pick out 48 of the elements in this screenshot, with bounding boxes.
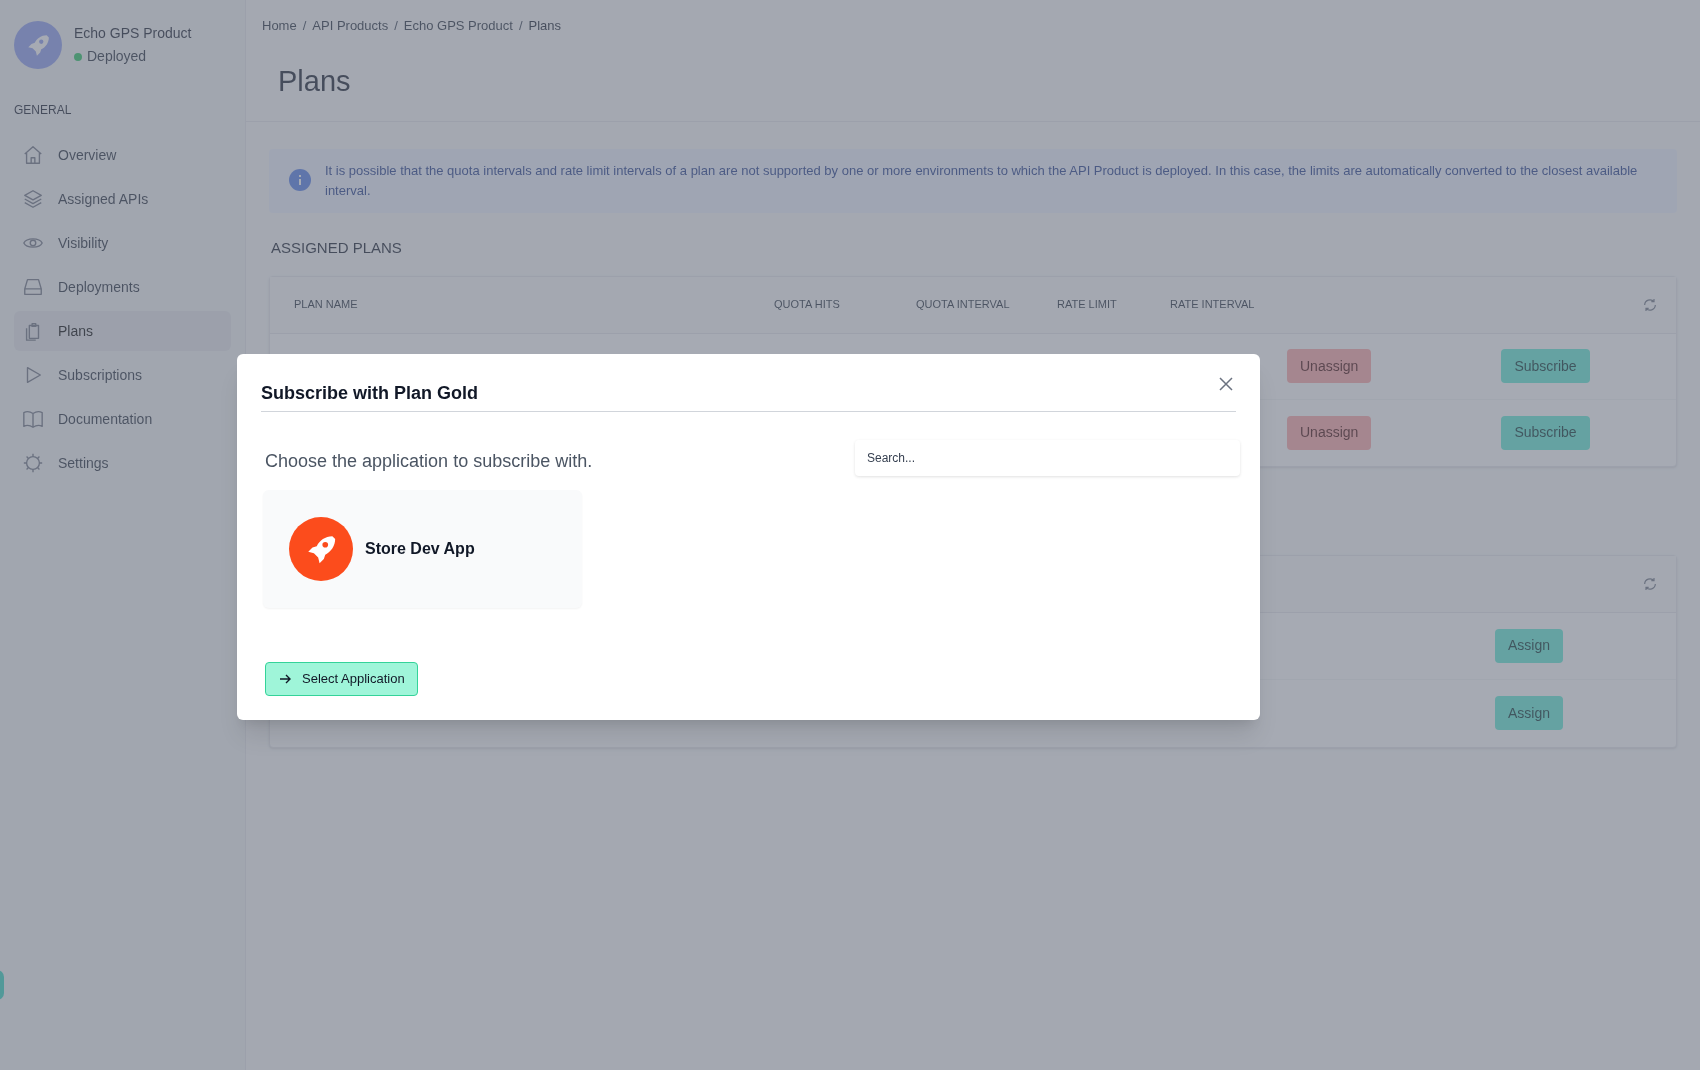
column-header: RATE LIMIT [1057, 297, 1118, 312]
section-heading: GENERAL [14, 102, 73, 119]
breadcrumb-separator: / [302, 17, 307, 35]
breadcrumb-link[interactable]: Home [262, 16, 297, 36]
prompt-text: Choose the application to subscribe with. [265, 450, 593, 473]
info-message: It is possible that the quota intervals and rate limit intervals of a plan are not supported by one or more environments to which the API Product is deployed. In this case, the limits are automatically converted to the closest available interval. [325, 162, 1639, 200]
application-card[interactable]: Store Dev App [263, 490, 582, 608]
sidebar-item[interactable]: Visibility [14, 223, 231, 263]
sidebar-item[interactable]: Assigned APIs [14, 179, 231, 219]
page-title: Plans [278, 63, 352, 99]
breadcrumb-separator: / [518, 17, 523, 35]
modal-title: Subscribe with Plan Gold [261, 380, 1236, 412]
breadcrumb-link[interactable]: Echo GPS Product [403, 16, 513, 36]
settings-icon [22, 452, 44, 474]
column-header: QUOTA HITS [774, 297, 841, 312]
book-icon [22, 408, 44, 430]
column-header: PLAN NAME [294, 297, 359, 312]
select-application-button[interactable]: Select Application [265, 662, 418, 696]
sidebar-item[interactable]: Settings [14, 443, 231, 483]
application-name: Store Dev App [365, 539, 475, 559]
sidebar-item[interactable]: Overview [14, 135, 231, 175]
sidebar-item[interactable]: Documentation [14, 399, 231, 439]
column-header: QUOTA INTERVAL [916, 297, 1011, 312]
breadcrumb-link[interactable]: API Products [312, 16, 389, 36]
action-button[interactable]: Subscribe [1501, 349, 1590, 383]
sidebar-item[interactable]: Deployments [14, 267, 231, 307]
product-name: Echo GPS Product [74, 24, 192, 43]
product-avatar-icon [14, 21, 62, 69]
drive-icon [22, 276, 44, 298]
status-text: Deployed [87, 47, 147, 66]
info-icon [289, 169, 311, 191]
action-button[interactable]: Subscribe [1501, 415, 1590, 450]
arrow-icon [278, 672, 292, 686]
assign-button[interactable]: Assign [1495, 696, 1564, 730]
home-icon [22, 144, 44, 166]
breadcrumb-separator: / [394, 17, 398, 35]
assign-button[interactable]: Assign [1495, 628, 1564, 663]
action-button[interactable]: Unassign [1287, 415, 1372, 450]
breadcrumb-current: Plans [528, 17, 562, 35]
column-header: RATE INTERVAL [1170, 297, 1256, 312]
sidebar-item[interactable]: Subscriptions [14, 355, 231, 395]
sidebar-item[interactable]: Plans [14, 311, 231, 351]
refresh-icon[interactable] [1642, 575, 1658, 592]
layers-icon [22, 188, 44, 210]
search-field[interactable]: Search... [855, 440, 1240, 476]
section-title: ASSIGNED PLANS [271, 238, 403, 258]
action-button[interactable]: Unassign [1287, 349, 1372, 383]
refresh-icon[interactable] [1642, 296, 1658, 313]
